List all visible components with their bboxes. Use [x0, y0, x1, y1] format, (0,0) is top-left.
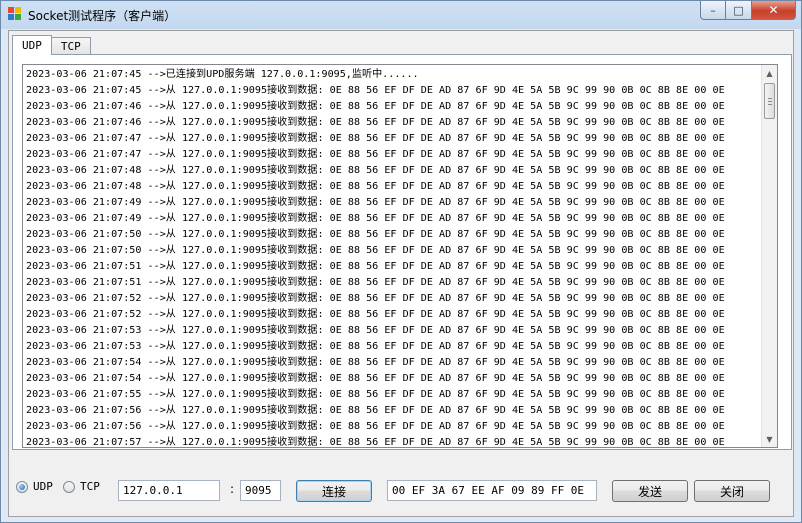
log-line: 2023-03-06 21:07:55 -->从 127.0.0.1:9095接…: [26, 389, 725, 400]
log-lines: 2023-03-06 21:07:45 -->已连接到UPD服务端 127.0.…: [26, 67, 762, 448]
log-line: 2023-03-06 21:07:46 -->从 127.0.0.1:9095接…: [26, 101, 725, 112]
log-line: 2023-03-06 21:07:49 -->从 127.0.0.1:9095接…: [26, 197, 725, 208]
window-controls: – □ ✕: [700, 1, 796, 20]
log-line: 2023-03-06 21:07:48 -->从 127.0.0.1:9095接…: [26, 181, 725, 192]
log-line: 2023-03-06 21:07:56 -->从 127.0.0.1:9095接…: [26, 405, 725, 416]
title-bar[interactable]: Socket测试程序（客户端） – □ ✕: [1, 1, 801, 28]
tab-tcp[interactable]: TCP: [50, 37, 91, 55]
log-line: 2023-03-06 21:07:57 -->从 127.0.0.1:9095接…: [26, 437, 725, 448]
app-icon[interactable]: [8, 7, 22, 21]
log-line: 2023-03-06 21:07:52 -->从 127.0.0.1:9095接…: [26, 309, 725, 320]
log-line: 2023-03-06 21:07:50 -->从 127.0.0.1:9095接…: [26, 229, 725, 240]
minimize-button[interactable]: –: [700, 1, 726, 20]
connect-button[interactable]: 连接: [296, 480, 372, 502]
chevron-up-icon: ▲: [766, 68, 773, 78]
log-line: 2023-03-06 21:07:50 -->从 127.0.0.1:9095接…: [26, 245, 725, 256]
log-line: 2023-03-06 21:07:51 -->从 127.0.0.1:9095接…: [26, 261, 725, 272]
radio-tcp-label[interactable]: TCP: [80, 480, 100, 493]
scroll-down-button[interactable]: ▼: [762, 431, 777, 447]
log-textbox[interactable]: 2023-03-06 21:07:45 -->已连接到UPD服务端 127.0.…: [22, 64, 778, 448]
log-line: 2023-03-06 21:07:51 -->从 127.0.0.1:9095接…: [26, 277, 725, 288]
maximize-button[interactable]: □: [726, 1, 752, 20]
log-line: 2023-03-06 21:07:45 -->从 127.0.0.1:9095接…: [26, 85, 725, 96]
tab-strip: UDP TCP: [12, 35, 91, 55]
log-line: 2023-03-06 21:07:53 -->从 127.0.0.1:9095接…: [26, 341, 725, 352]
log-line: 2023-03-06 21:07:46 -->从 127.0.0.1:9095接…: [26, 117, 725, 128]
radio-tcp[interactable]: [63, 481, 75, 493]
tab-udp[interactable]: UDP: [12, 35, 52, 55]
scroll-thumb[interactable]: [764, 83, 775, 119]
log-line: 2023-03-06 21:07:45 -->已连接到UPD服务端 127.0.…: [26, 69, 419, 80]
port-input[interactable]: 9095: [240, 480, 281, 501]
ip-port-separator: :: [230, 482, 235, 496]
close-window-button[interactable]: ✕: [752, 1, 796, 20]
app-window: Socket测试程序（客户端） – □ ✕ UDP TCP 2023-03-06…: [0, 0, 802, 523]
window-title: Socket测试程序（客户端）: [28, 9, 177, 23]
log-line: 2023-03-06 21:07:48 -->从 127.0.0.1:9095接…: [26, 165, 725, 176]
log-line: 2023-03-06 21:07:56 -->从 127.0.0.1:9095接…: [26, 421, 725, 432]
ip-address-input[interactable]: 127.0.0.1: [118, 480, 220, 501]
log-line: 2023-03-06 21:07:47 -->从 127.0.0.1:9095接…: [26, 133, 725, 144]
close-button[interactable]: 关闭: [694, 480, 770, 502]
chevron-down-icon: ▼: [766, 434, 773, 444]
log-line: 2023-03-06 21:07:49 -->从 127.0.0.1:9095接…: [26, 213, 725, 224]
client-area: UDP TCP 2023-03-06 21:07:45 -->已连接到UPD服务…: [8, 30, 794, 517]
log-line: 2023-03-06 21:07:52 -->从 127.0.0.1:9095接…: [26, 293, 725, 304]
radio-udp[interactable]: [16, 481, 28, 493]
send-data-input[interactable]: 00 EF 3A 67 EE AF 09 89 FF 0E: [387, 480, 597, 501]
minimize-icon: –: [710, 3, 716, 17]
connection-bar: UDP TCP 127.0.0.1 : 9095 连接 00 EF 3A 67 …: [9, 471, 793, 502]
scroll-up-button[interactable]: ▲: [762, 65, 777, 81]
maximize-icon: □: [733, 3, 744, 17]
log-line: 2023-03-06 21:07:47 -->从 127.0.0.1:9095接…: [26, 149, 725, 160]
send-button[interactable]: 发送: [612, 480, 688, 502]
log-line: 2023-03-06 21:07:53 -->从 127.0.0.1:9095接…: [26, 325, 725, 336]
log-line: 2023-03-06 21:07:54 -->从 127.0.0.1:9095接…: [26, 373, 725, 384]
close-icon: ✕: [768, 3, 779, 17]
radio-udp-label[interactable]: UDP: [33, 480, 53, 493]
log-line: 2023-03-06 21:07:54 -->从 127.0.0.1:9095接…: [26, 357, 725, 368]
log-scrollbar[interactable]: ▲ ▼: [761, 65, 777, 447]
tab-panel-udp: 2023-03-06 21:07:45 -->已连接到UPD服务端 127.0.…: [12, 54, 792, 450]
